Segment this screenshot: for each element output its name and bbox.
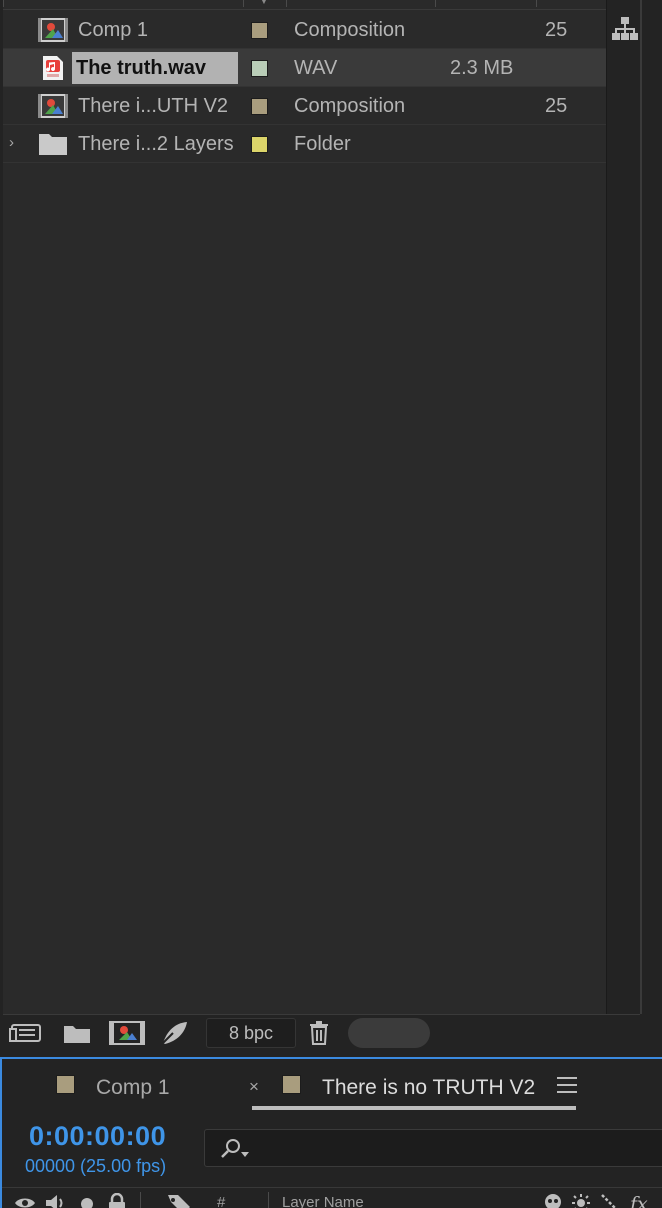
new-composition-icon[interactable]	[108, 1019, 146, 1047]
solo-icon[interactable]	[79, 1193, 95, 1208]
lock-icon[interactable]	[106, 1193, 128, 1208]
panel-scrollbar[interactable]	[640, 0, 642, 1014]
item-name[interactable]: There i...2 Layers	[74, 125, 238, 163]
item-frame-rate: 25	[545, 95, 568, 117]
new-folder-icon[interactable]	[61, 1019, 93, 1047]
item-name[interactable]: Comp 1	[74, 11, 152, 49]
shy-icon[interactable]	[542, 1193, 564, 1208]
layer-name-column[interactable]: Layer Name	[282, 1194, 364, 1208]
item-frame-rate: 25	[545, 19, 568, 41]
search-icon	[221, 1139, 249, 1158]
label-tag-icon[interactable]	[166, 1193, 192, 1208]
item-type: Folder	[294, 133, 351, 155]
label-color-swatch[interactable]	[251, 136, 268, 153]
layer-number-column: #	[217, 1194, 226, 1208]
frame-count-display: 00000 (25.00 fps)	[25, 1156, 167, 1176]
interpret-footage-icon[interactable]	[9, 1019, 45, 1047]
tab-label: Comp 1	[96, 1076, 170, 1099]
expand-chevron-icon[interactable]: ›	[9, 135, 23, 150]
folder-icon	[37, 131, 69, 157]
label-color-swatch[interactable]	[251, 98, 268, 115]
tab-there-is-no-truth-v2[interactable]: There is no TRUTH V2	[278, 1059, 558, 1109]
project-item-row[interactable]: There i...UTH V2 Composition 25	[3, 87, 606, 125]
project-panel: ▼ Comp 1 Composition 25 The truth.wav WAV 2.3…	[0, 0, 642, 1050]
item-size: 2.3 MB	[450, 57, 514, 79]
item-type: WAV	[294, 57, 338, 79]
speaker-icon[interactable]	[44, 1193, 68, 1208]
panel-menu-icon[interactable]	[557, 1077, 577, 1093]
eye-icon[interactable]	[14, 1193, 36, 1208]
column-divider	[435, 0, 436, 7]
quality-icon[interactable]	[600, 1193, 620, 1208]
close-tab-icon[interactable]: ×	[249, 1073, 259, 1101]
column-divider	[536, 0, 537, 7]
flowchart-icon[interactable]	[611, 14, 639, 42]
item-name[interactable]: There i...UTH V2	[74, 87, 232, 125]
timeline-panel: Comp 1 × There is no TRUTH V2 0:00:00:00…	[0, 1057, 662, 1208]
audio-file-icon	[37, 55, 69, 81]
render-queue-icon[interactable]	[159, 1019, 191, 1047]
layer-search-input[interactable]	[204, 1129, 662, 1167]
active-tab-indicator	[252, 1106, 576, 1110]
current-time-display[interactable]: 0:00:00:00	[29, 1121, 166, 1152]
column-divider	[243, 0, 244, 7]
collapse-transformations-icon[interactable]	[570, 1193, 592, 1208]
composition-icon	[37, 17, 69, 43]
tab-comp-1[interactable]: Comp 1	[2, 1059, 242, 1109]
tab-label-swatch	[56, 1075, 75, 1094]
svg-text:fx: fx	[628, 1193, 648, 1208]
label-color-swatch[interactable]	[251, 60, 268, 77]
column-divider	[140, 1192, 141, 1208]
bit-depth-button[interactable]: 8 bpc	[206, 1018, 296, 1048]
project-item-list[interactable]: ▼ Comp 1 Composition 25 The truth.wav WAV 2.3…	[3, 0, 606, 1014]
column-divider	[3, 0, 4, 7]
trash-icon[interactable]	[306, 1019, 332, 1047]
sort-arrow-icon[interactable]: ▼	[260, 0, 268, 6]
project-item-row[interactable]: The truth.wav WAV 2.3 MB	[3, 49, 606, 87]
project-column-header[interactable]: ▼	[3, 0, 606, 10]
item-type: Composition	[294, 95, 406, 117]
project-item-row[interactable]: › There i...2 Layers Folder	[3, 125, 606, 163]
item-name[interactable]: The truth.wav	[72, 52, 238, 84]
thumbnail-size-slider[interactable]	[348, 1018, 430, 1048]
project-item-row[interactable]: Comp 1 Composition 25	[3, 11, 606, 49]
project-footer-toolbar: 8 bpc	[3, 1014, 640, 1050]
column-divider	[268, 1192, 269, 1208]
project-side-toolbar	[606, 0, 642, 1014]
item-type: Composition	[294, 19, 406, 41]
label-color-swatch[interactable]	[251, 22, 268, 39]
effects-fx-icon[interactable]: fx	[628, 1193, 658, 1208]
tab-label-swatch	[282, 1075, 301, 1094]
composition-icon	[37, 93, 69, 119]
layer-column-header: # Layer Name fx	[2, 1187, 662, 1208]
column-divider	[286, 0, 287, 7]
